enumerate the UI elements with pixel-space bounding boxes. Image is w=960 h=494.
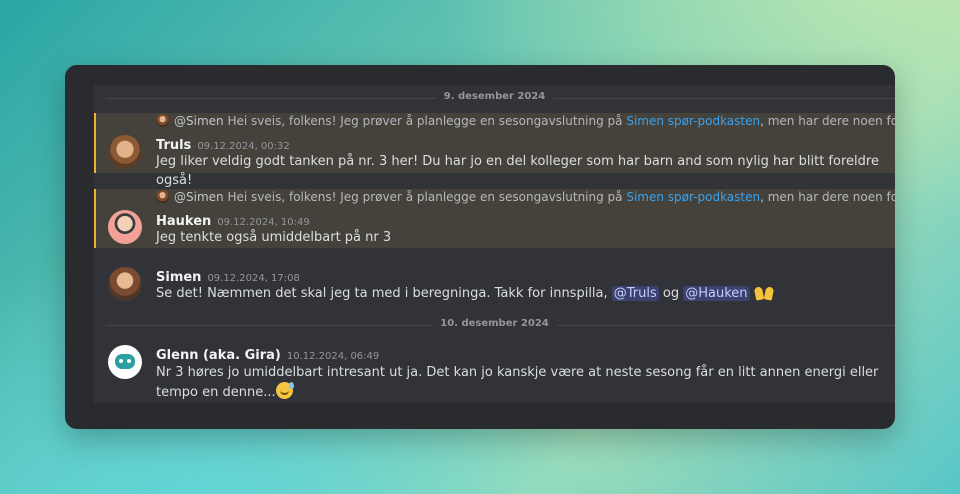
message-text-part: Nr 3 høres jo umiddelbart intresant ut j…	[156, 365, 879, 400]
author-name[interactable]: Truls	[156, 138, 191, 153]
reply-link[interactable]: Simen spør-podkasten	[626, 114, 760, 128]
reply-avatar-icon	[156, 190, 169, 203]
reply-text: Hei sveis, folkens! Jeg prøver å planleg…	[227, 190, 627, 204]
message-glenn[interactable]: Glenn (aka. Gira) 10.12.2024, 06:49 Nr 3 …	[94, 343, 895, 403]
avatar-truls[interactable]	[108, 135, 142, 169]
chat-window: 9. desember 2024 @Simen Hei sveis, folke…	[65, 65, 895, 429]
date-divider: 10. desember 2024	[94, 317, 895, 333]
message-header: Truls 09.12.2024, 00:32	[156, 134, 290, 153]
reply-text-after: , men har dere noen forslag til format..…	[760, 190, 895, 204]
message-text: Jeg tenkte også umiddelbart på nr 3	[156, 230, 392, 245]
message-text: Jeg liker veldig godt tanken på nr. 3 he…	[156, 154, 879, 188]
date-divider-label: 10. desember 2024	[432, 318, 557, 329]
message-timestamp: 09.12.2024, 10:49	[217, 217, 310, 228]
message-text: Se det! Næmmen det skal jeg ta med i ber…	[156, 284, 883, 303]
avatar-simen[interactable]	[108, 267, 142, 301]
gira-bot-avatar-icon[interactable]	[108, 345, 142, 379]
message-hauken[interactable]: @Simen Hei sveis, folkens! Jeg prøver å …	[94, 189, 895, 248]
message-simen[interactable]: Simen 09.12.2024, 17:08 Se det! Næmmen de…	[94, 263, 895, 309]
sweat-smile-emoji-icon[interactable]	[275, 382, 294, 399]
date-divider-label: 9. desember 2024	[435, 91, 554, 102]
message-timestamp: 10.12.2024, 06:49	[286, 351, 380, 362]
message-truls[interactable]: @Simen Hei sveis, folkens! Jeg prøver å …	[94, 113, 895, 188]
reply-preview[interactable]: @Simen Hei sveis, folkens! Jeg prøver å …	[156, 190, 895, 206]
message-text-part: og	[658, 286, 684, 301]
reply-text-after: , men har dere noen forslag til format..…	[760, 114, 895, 128]
author-name[interactable]: Hauken	[156, 214, 211, 229]
message-text: Nr 3 høres jo umiddelbart intresant ut j…	[156, 363, 883, 402]
reply-mention[interactable]: @Simen	[174, 114, 224, 128]
message-header: Simen 09.12.2024, 17:08	[156, 266, 300, 285]
author-name[interactable]: Simen	[156, 270, 201, 285]
avatar-hauken[interactable]	[108, 210, 142, 244]
reply-text: Hei sveis, folkens! Jeg prøver å planleg…	[227, 114, 627, 128]
author-name[interactable]: Glenn (aka. Gira)	[156, 348, 281, 363]
message-list[interactable]: 9. desember 2024 @Simen Hei sveis, folke…	[94, 85, 895, 403]
avatar-face	[115, 354, 135, 369]
date-divider: 9. desember 2024	[94, 90, 895, 106]
reply-preview[interactable]: @Simen Hei sveis, folkens! Jeg prøver å …	[156, 114, 895, 130]
mention-truls[interactable]: @Truls	[611, 286, 659, 301]
raised-hands-emoji-icon[interactable]	[754, 284, 774, 300]
mention-hauken[interactable]: @Hauken	[683, 286, 750, 301]
message-text-part: Se det! Næmmen det skal jeg ta med i ber…	[156, 286, 612, 301]
message-header: Hauken 09.12.2024, 10:49	[156, 210, 310, 229]
message-timestamp: 09.12.2024, 00:32	[197, 141, 290, 152]
reply-mention[interactable]: @Simen	[174, 190, 224, 204]
message-header: Glenn (aka. Gira) 10.12.2024, 06:49	[156, 344, 379, 363]
reply-avatar-icon	[156, 114, 169, 127]
reply-link[interactable]: Simen spør-podkasten	[626, 190, 760, 204]
message-timestamp: 09.12.2024, 17:08	[207, 273, 300, 284]
